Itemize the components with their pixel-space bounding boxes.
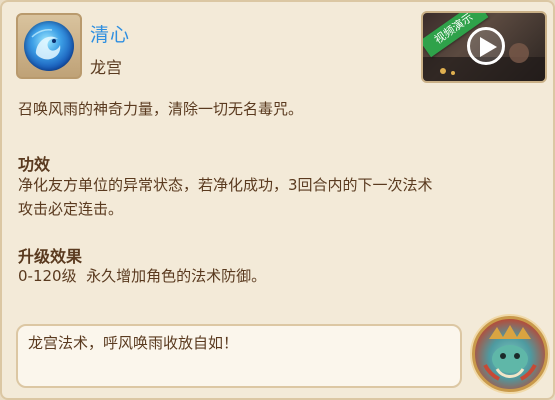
upgrade-text: 0-120级 永久增加角色的法术防御。 [18, 267, 267, 285]
quote-bubble: 龙宫法术，呼风唤雨收放自如！ [16, 324, 462, 388]
effect-line: 净化友方单位的异常状态，若净化成功，3回合内的下一次法术 [18, 176, 433, 194]
school-label: 龙宫 [90, 58, 123, 77]
skill-name: 清心 [90, 24, 131, 46]
effect-heading: 功效 [18, 155, 51, 174]
play-icon[interactable] [467, 27, 505, 65]
skill-info-panel: 清心 龙宫 视频演示 召唤风雨的神奇力量，清除一切无名毒咒。 功效 净化友方单位… [0, 0, 555, 400]
skill-description: 召唤风雨的神奇力量，清除一切无名毒咒。 [18, 100, 304, 118]
dragon-king-portrait-icon [472, 316, 548, 392]
effect-text: 净化友方单位的异常状态，若净化成功，3回合内的下一次法术 攻击必定连击。 [18, 173, 538, 221]
video-demo-button[interactable]: 视频演示 [421, 11, 547, 83]
effect-line: 攻击必定连击。 [18, 200, 124, 218]
skill-icon-frame [16, 13, 82, 79]
water-dragon-orb-icon [24, 21, 74, 71]
quote-text: 龙宫法术，呼风唤雨收放自如！ [28, 334, 239, 352]
